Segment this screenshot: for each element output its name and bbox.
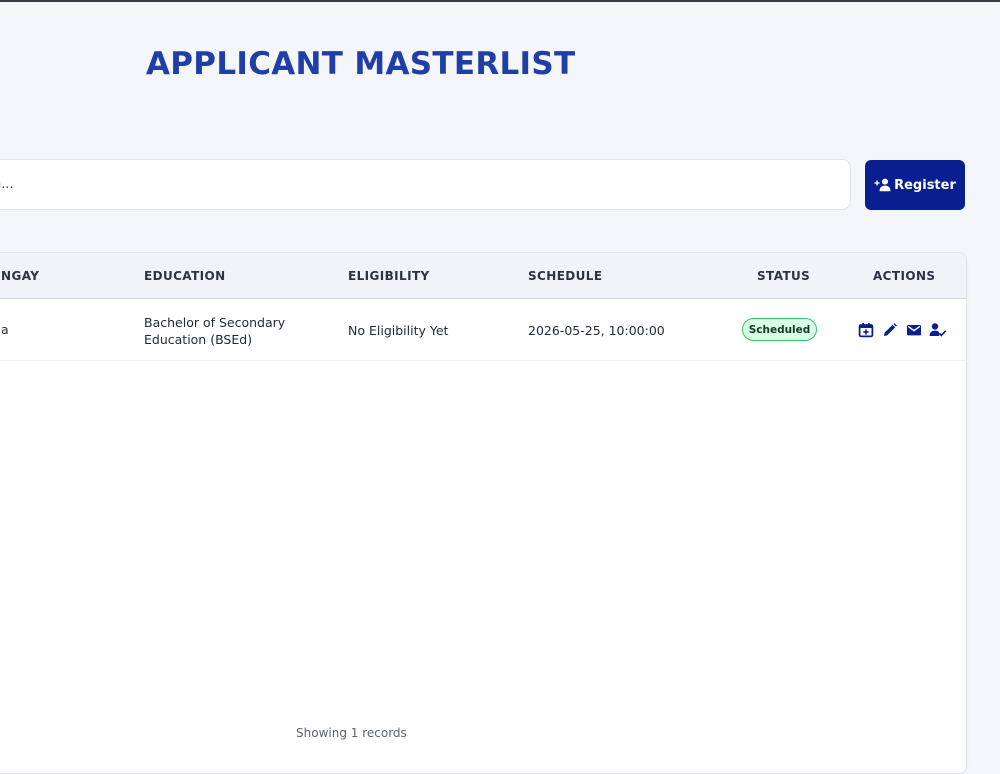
status-badge: Scheduled	[742, 318, 817, 341]
column-header-eligibility: ELIGIBILITY	[348, 269, 430, 283]
column-header-status: STATUS	[757, 269, 811, 283]
records-count: Showing 1 records	[296, 726, 407, 740]
pencil-icon[interactable]	[881, 321, 899, 339]
register-button-label: Register	[894, 177, 956, 193]
cell-eligibility: No Eligibility Yet	[348, 323, 449, 338]
column-header-actions: ACTIONS	[873, 269, 936, 283]
add-user-icon	[874, 178, 892, 192]
cell-schedule: 2026-05-25, 10:00:00	[528, 323, 665, 338]
window-top-border	[0, 0, 1000, 2]
table-header: NGAY EDUCATION ELIGIBILITY SCHEDULE STAT…	[0, 253, 966, 299]
cell-education: Bachelor of Secondary Education (BSEd)	[144, 315, 286, 347]
column-header-schedule: SCHEDULE	[528, 269, 603, 283]
cell-barangay: a	[1, 322, 9, 337]
table-row: a Bachelor of Secondary Education (BSEd)…	[0, 299, 966, 361]
search-box[interactable]	[0, 159, 851, 210]
register-button[interactable]: Register	[865, 160, 965, 210]
applicants-table: NGAY EDUCATION ELIGIBILITY SCHEDULE STAT…	[0, 252, 967, 774]
calendar-add-icon[interactable]	[857, 321, 875, 339]
column-header-barangay: NGAY	[1, 269, 40, 283]
column-header-education: EDUCATION	[144, 269, 226, 283]
search-input[interactable]	[0, 160, 850, 209]
row-actions	[857, 321, 947, 339]
user-check-icon[interactable]	[929, 321, 947, 339]
envelope-icon[interactable]	[905, 321, 923, 339]
page-title: APPLICANT MASTERLIST	[146, 46, 576, 82]
